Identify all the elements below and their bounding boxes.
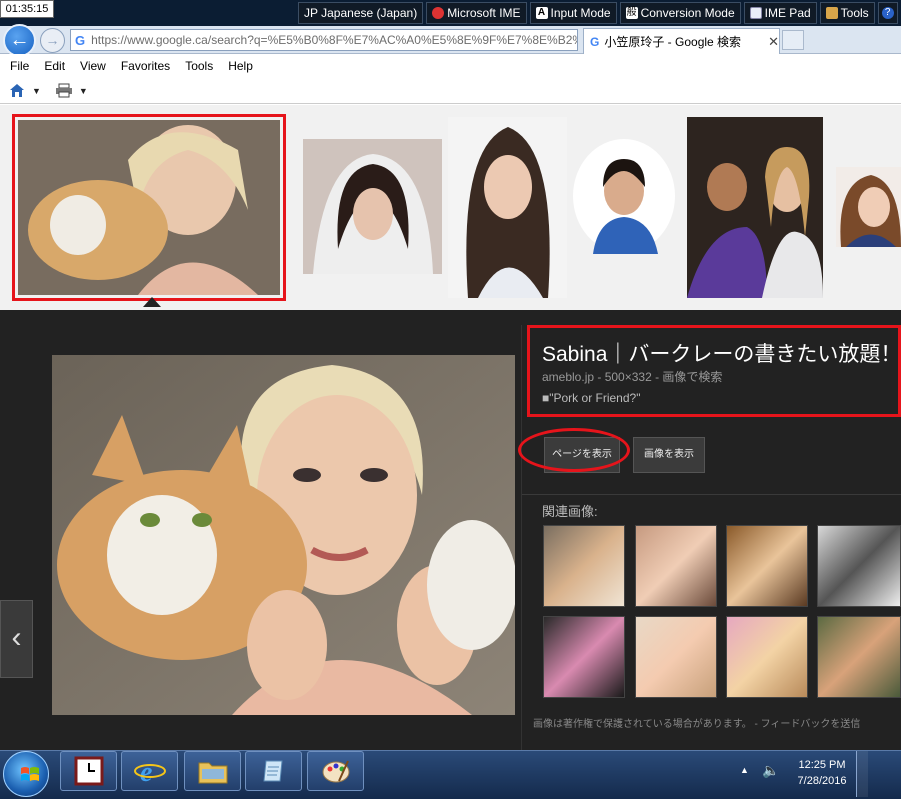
show-desktop-button[interactable] — [856, 751, 868, 797]
taskbar-notepad[interactable] — [245, 751, 302, 791]
tab-favicon-icon: G — [590, 34, 600, 49]
conversion-mode-label: Conversion Mode — [640, 6, 735, 20]
menu-file[interactable]: File — [10, 59, 38, 73]
windows-taskbar: e ▲ 🔈 12:25 PM 7/28/2016 — [0, 750, 901, 799]
show-hidden-icons-icon[interactable]: ▲ — [740, 765, 749, 775]
ime-tools-label: Tools — [840, 6, 869, 20]
ime-language-button[interactable]: JP Japanese (Japan) — [298, 2, 424, 24]
microsoft-ime-label: Microsoft IME — [447, 6, 521, 20]
url-text[interactable]: https://www.google.ca/search?q=%E5%B0%8F… — [91, 33, 577, 47]
menu-view[interactable]: View — [80, 59, 115, 73]
tools-icon — [825, 7, 838, 19]
result-thumbnail-6[interactable] — [836, 167, 901, 247]
taskbar-clock-app[interactable] — [60, 751, 117, 791]
related-image-5[interactable] — [543, 616, 625, 698]
folder-icon — [198, 762, 227, 784]
view-page-circle-highlight — [518, 428, 630, 472]
related-image-2[interactable] — [635, 525, 717, 607]
home-icon[interactable] — [8, 83, 26, 99]
help-icon: ? — [881, 7, 894, 19]
ime-tools-button[interactable]: Tools — [819, 2, 875, 24]
paint-palette-icon — [322, 760, 349, 783]
related-image-8[interactable] — [817, 616, 901, 698]
browser-tab-active[interactable]: G 小笠原玲子 - Google 検索 ✕ — [583, 28, 780, 54]
browser-navigation-bar: ← → G https://www.google.ca/search?q=%E5… — [0, 24, 901, 57]
taskbar-file-explorer[interactable] — [184, 751, 241, 791]
preview-description: ■"Pork or Friend?" — [542, 391, 641, 405]
command-bar: ▼ ▼ — [0, 78, 901, 104]
top-left-clock: 01:35:15 — [0, 0, 54, 18]
windows-logo-icon — [21, 767, 39, 781]
menu-bar: File Edit View Favorites Tools Help — [0, 54, 901, 78]
internet-explorer-icon: e — [133, 757, 166, 786]
input-mode-button[interactable]: A Input Mode — [529, 2, 617, 24]
ime-toolbar: JP Japanese (Japan) Microsoft IME A Inpu… — [298, 2, 898, 24]
input-mode-icon: A — [535, 7, 548, 19]
volume-icon[interactable]: 🔈 — [762, 762, 779, 779]
start-button[interactable] — [3, 751, 49, 797]
tab-title: 小笠原玲子 - Google 検索 — [604, 35, 742, 49]
forward-arrow-icon: → — [45, 32, 60, 48]
menu-favorites[interactable]: Favorites — [121, 59, 179, 73]
ime-language-bar: 01:35:15 JP Japanese (Japan) Microsoft I… — [0, 0, 901, 26]
svg-text:e: e — [140, 757, 152, 786]
print-dropdown-icon[interactable]: ▼ — [79, 86, 88, 96]
result-thumbnail-3[interactable] — [448, 117, 567, 298]
preview-image[interactable] — [52, 355, 515, 715]
preview-title-link[interactable]: Sabina｜バークレーの書きたい放題！ — [542, 338, 901, 368]
ime-language-label: JP Japanese (Japan) — [304, 6, 418, 20]
home-dropdown-icon[interactable]: ▼ — [32, 86, 41, 96]
ime-pad-button[interactable]: IME Pad — [743, 2, 817, 24]
microsoft-ime-icon — [432, 7, 445, 19]
tray-time[interactable]: 12:25 PM — [792, 759, 852, 771]
back-button[interactable]: ← — [3, 24, 36, 57]
related-image-6[interactable] — [635, 616, 717, 698]
back-arrow-icon: ← — [9, 29, 30, 51]
print-icon[interactable] — [55, 83, 73, 99]
clock-app-icon — [74, 756, 103, 786]
menu-edit[interactable]: Edit — [44, 59, 74, 73]
previous-image-button[interactable]: ‹ — [0, 600, 33, 678]
conversion-mode-icon: 般 — [625, 7, 638, 19]
result-thumbnail-2[interactable] — [303, 139, 442, 274]
ime-pad-label: IME Pad — [764, 6, 811, 20]
tray-date[interactable]: 7/28/2016 — [792, 775, 852, 787]
panel-divider — [521, 325, 522, 750]
related-image-4[interactable] — [817, 525, 901, 607]
related-image-3[interactable] — [726, 525, 808, 607]
preview-meta[interactable]: ameblo.jp - 500×332 - 画像で検索 — [542, 368, 722, 385]
microsoft-ime-button[interactable]: Microsoft IME — [426, 2, 527, 24]
ime-help-button[interactable]: ? — [877, 2, 898, 24]
related-image-1[interactable] — [543, 525, 625, 607]
input-mode-label: Input Mode — [550, 6, 611, 20]
address-bar[interactable]: G https://www.google.ca/search?q=%E5%B0%… — [70, 29, 578, 51]
result-thumbnail-5[interactable] — [687, 117, 823, 298]
system-tray: ▲ 🔈 12:25 PM 7/28/2016 — [730, 755, 901, 795]
result-thumbnail-4[interactable] — [573, 139, 676, 254]
chevron-left-icon: ‹ — [11, 621, 22, 654]
menu-tools[interactable]: Tools — [185, 59, 222, 73]
google-favicon-icon: G — [75, 32, 86, 48]
forward-button[interactable]: → — [40, 28, 65, 53]
related-images-label: 関連画像: — [542, 504, 598, 519]
taskbar-internet-explorer[interactable]: e — [121, 751, 178, 791]
conversion-mode-button[interactable]: 般 Conversion Mode — [619, 2, 741, 24]
selection-pointer — [143, 297, 161, 307]
copyright-notice[interactable]: 画像は著作権で保護されている場合があります。 - フィードバックを送信 — [533, 715, 860, 730]
view-image-button[interactable]: 画像を表示 — [633, 437, 705, 473]
tab-close-icon[interactable]: ✕ — [768, 34, 779, 50]
new-tab-button[interactable] — [782, 30, 804, 50]
selected-result-highlight — [12, 114, 286, 301]
taskbar-paint[interactable] — [307, 751, 364, 791]
related-divider — [522, 494, 901, 495]
menu-help[interactable]: Help — [228, 59, 262, 73]
ime-pad-icon — [749, 7, 762, 19]
related-image-7[interactable] — [726, 616, 808, 698]
notepad-icon — [262, 760, 283, 782]
